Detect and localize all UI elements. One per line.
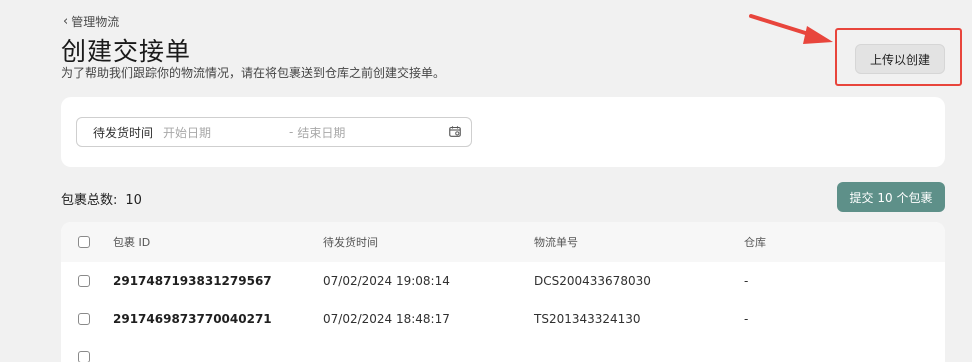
- column-header-package-id: 包裹 ID: [113, 236, 151, 249]
- warehouse: -: [744, 312, 749, 326]
- package-count-value: 10: [125, 193, 142, 208]
- ship-time: 07/02/2024 19:08:14: [323, 274, 450, 288]
- table-row: 2917487193831279567 07/02/2024 19:08:14 …: [61, 262, 945, 300]
- packages-table: 包裹 ID 待发货时间 物流单号 仓库 2917487193831279567 …: [61, 222, 945, 362]
- column-header-ship-time: 待发货时间: [323, 236, 378, 249]
- table-row: 2917469873770040271 07/02/2024 18:48:17 …: [61, 300, 945, 338]
- submit-packages-button[interactable]: 提交 10 个包裹: [837, 182, 945, 212]
- upload-to-create-button[interactable]: 上传以创建: [855, 44, 945, 74]
- column-header-tracking: 物流单号: [534, 236, 578, 249]
- package-id: 2917469873770040271: [113, 312, 272, 326]
- end-date-input[interactable]: 结束日期: [297, 124, 345, 141]
- red-arrow-annotation: [749, 14, 833, 44]
- ship-time-date-range[interactable]: 待发货时间 开始日期 - 结束日期: [76, 117, 472, 147]
- date-separator: -: [289, 125, 294, 139]
- chevron-left-icon: ‹: [63, 14, 69, 29]
- page-subtitle: 为了帮助我们跟踪你的物流情况，请在将包裹送到仓库之前创建交接单。: [61, 66, 446, 80]
- calendar-icon[interactable]: [449, 126, 461, 137]
- ship-time: 07/02/2024 18:48:17: [323, 312, 450, 326]
- package-count-label: 包裹总数:: [61, 193, 118, 208]
- select-all-checkbox[interactable]: [78, 236, 90, 248]
- start-date-input[interactable]: 开始日期: [163, 124, 289, 141]
- filter-card: 待发货时间 开始日期 - 结束日期: [61, 97, 945, 167]
- tracking-number: DCS200433678030: [534, 274, 651, 288]
- back-link[interactable]: ‹ 管理物流: [63, 13, 119, 30]
- row-checkbox[interactable]: [78, 313, 90, 325]
- back-link-label: 管理物流: [71, 15, 120, 29]
- table-header: 包裹 ID 待发货时间 物流单号 仓库: [61, 222, 945, 262]
- row-checkbox[interactable]: [78, 351, 90, 362]
- tracking-number: TS201343324130: [534, 312, 641, 326]
- table-row: [61, 338, 945, 362]
- package-id: 2917487193831279567: [113, 274, 272, 288]
- column-header-warehouse: 仓库: [744, 236, 766, 249]
- package-count: 包裹总数: 10: [61, 189, 142, 208]
- warehouse: -: [744, 274, 749, 288]
- page-title: 创建交接单: [61, 37, 192, 66]
- row-checkbox[interactable]: [78, 275, 90, 287]
- date-filter-label: 待发货时间: [93, 125, 154, 140]
